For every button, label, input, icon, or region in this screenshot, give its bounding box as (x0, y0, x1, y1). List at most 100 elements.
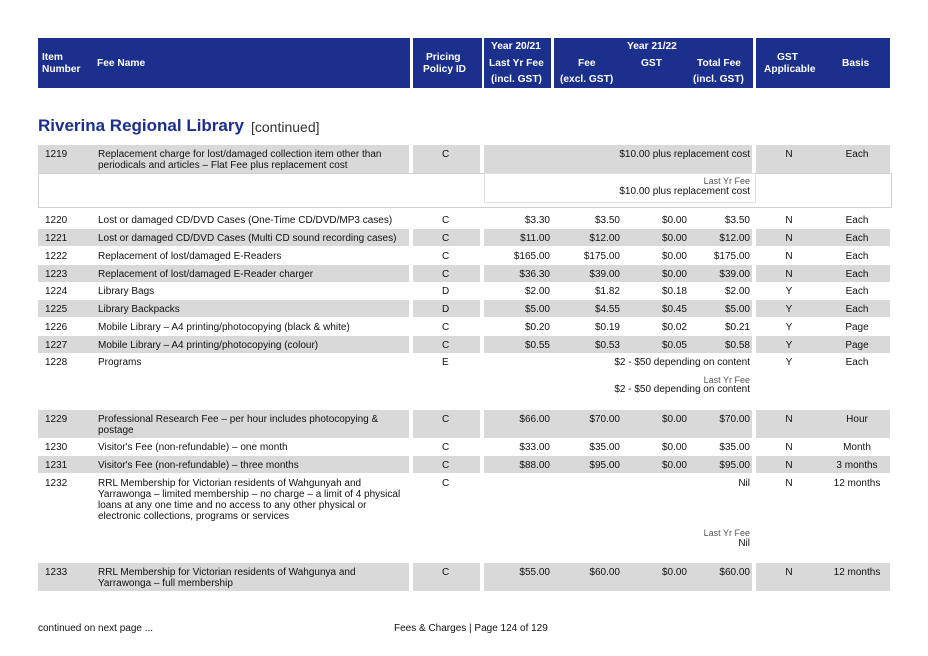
gst-applicable: Y (785, 322, 793, 333)
item-number: 1227 (45, 340, 68, 351)
gst-applicable: N (785, 460, 793, 471)
basis: Page (845, 322, 869, 333)
last-yr-fee: $55.00 (519, 567, 550, 578)
header-total-1: Total Fee (697, 58, 741, 69)
total-fee: $12.00 (719, 233, 750, 244)
item-number: 1229 (45, 414, 68, 425)
fee-name: Replacement of lost/damaged E-Readers (98, 251, 282, 262)
fee: $0.19 (594, 322, 620, 333)
gst-applicable: N (785, 442, 793, 453)
header-last-yr-1: Last Yr Fee (489, 58, 544, 69)
pricing-policy: C (442, 478, 450, 489)
fee-name: Replacement of lost/damaged E-Reader cha… (98, 269, 314, 280)
fee-name: Lost or damaged CD/DVD Cases (Multi CD s… (98, 233, 397, 244)
table-row: 1223 Replacement of lost/damaged E-Reade… (38, 265, 890, 282)
last-yr-label: Last Yr Fee (703, 528, 750, 538)
gst-applicable: N (785, 149, 793, 160)
pricing-policy: C (442, 414, 450, 425)
total-fee: $5.00 (724, 304, 750, 315)
last-yr-fee: $5.00 (524, 304, 550, 315)
last-yr-fee: $2.00 (524, 286, 550, 297)
gst: $0.00 (661, 460, 687, 471)
footer-continued: continued on next page ... (38, 623, 154, 634)
item-number: 1224 (45, 286, 68, 297)
basis: Each (845, 286, 869, 297)
last-yr-fee: $33.00 (519, 442, 550, 453)
fee-name: Mobile Library – A4 printing/photocopyin… (98, 322, 350, 333)
basis: Hour (846, 414, 868, 425)
gst-applicable: N (785, 269, 793, 280)
fee-name: Library Bags (98, 286, 155, 297)
total-fee: $0.58 (724, 340, 750, 351)
gst-applicable: Y (785, 357, 793, 368)
header-fee-1: Fee (578, 58, 596, 69)
header-policy-block: Pricing Policy ID (413, 38, 482, 88)
gst: $0.02 (661, 322, 687, 333)
item-number: 1221 (45, 233, 68, 244)
item-number: 1220 (45, 215, 68, 226)
fee: $1.82 (594, 286, 620, 297)
gst-applicable: N (785, 251, 793, 262)
last-yr-value: $10.00 plus replacement cost (619, 186, 750, 197)
fee: $175.00 (583, 251, 620, 262)
pricing-policy: D (442, 286, 450, 297)
footer-page-number: Fees & Charges | Page 124 of 129 (394, 623, 548, 634)
section-continued: [continued] (251, 119, 320, 135)
total-fee: $2.00 (724, 286, 750, 297)
total-fee: $35.00 (719, 442, 750, 453)
item-number: 1222 (45, 251, 68, 262)
total-fee: $175.00 (713, 251, 750, 262)
table-row: 1219 Replacement charge for lost/damaged… (38, 145, 890, 173)
last-yr-fee: $3.30 (524, 215, 550, 226)
pricing-policy: E (442, 357, 449, 368)
table-row: 1222 Replacement of lost/damaged E-Reade… (38, 247, 890, 264)
item-number: 1233 (45, 567, 68, 578)
pricing-policy: C (442, 322, 450, 333)
fee: $12.00 (589, 233, 620, 244)
fee-description: $10.00 plus replacement cost (619, 149, 750, 160)
table-row: 1227 Mobile Library – A4 printing/photoc… (38, 336, 890, 353)
gst: $0.00 (661, 233, 687, 244)
item-number: 1225 (45, 304, 68, 315)
gst: $0.05 (661, 340, 687, 351)
fee: $3.50 (594, 215, 620, 226)
last-yr-box (38, 173, 892, 208)
gst-applicable: N (785, 215, 793, 226)
gst: $0.00 (661, 567, 687, 578)
basis: Each (845, 304, 869, 315)
fee-name: Mobile Library – A4 printing/photocopyin… (98, 340, 319, 351)
gst: $0.45 (661, 304, 687, 315)
pricing-policy: C (442, 567, 450, 578)
total-fee: $60.00 (719, 567, 750, 578)
fee-name: Lost or damaged CD/DVD Cases (One-Time C… (98, 215, 393, 226)
header-item-number-1: Item (42, 52, 63, 63)
table-row: 1228 Programs E $2 - $50 depending on co… (38, 353, 890, 370)
basis: Page (845, 340, 869, 351)
basis: Each (845, 149, 869, 160)
total-fee: $70.00 (719, 414, 750, 425)
header-fee-name: Fee Name (97, 58, 146, 69)
gst-applicable: N (785, 567, 793, 578)
header-last-yr-2: (incl. GST) (491, 74, 542, 85)
fee: $4.55 (594, 304, 620, 315)
fee: $70.00 (589, 414, 620, 425)
header-left-block: Item Number Fee Name (38, 38, 410, 88)
gst: $0.00 (661, 215, 687, 226)
fee-name: Programs (98, 357, 142, 368)
fee: $0.53 (594, 340, 620, 351)
header-gst-app-1: GST (777, 52, 798, 63)
header-gst-app-2: Applicable (764, 64, 816, 75)
total-fee: $3.50 (724, 215, 750, 226)
basis: Each (845, 251, 869, 262)
header-fee-2: (excl. GST) (560, 74, 614, 85)
gst-applicable: N (785, 233, 793, 244)
fee-name: Visitor's Fee (non-refundable) – one mon… (98, 442, 288, 453)
basis: Each (845, 357, 869, 368)
fee-name: Visitor's Fee (non-refundable) – three m… (98, 460, 299, 471)
item-number: 1230 (45, 442, 68, 453)
pricing-policy: C (442, 215, 450, 226)
table-row: 1226 Mobile Library – A4 printing/photoc… (38, 318, 890, 335)
last-yr-fee: $88.00 (519, 460, 550, 471)
gst: $0.00 (661, 251, 687, 262)
last-yr-value: $2 - $50 depending on content (614, 384, 750, 395)
